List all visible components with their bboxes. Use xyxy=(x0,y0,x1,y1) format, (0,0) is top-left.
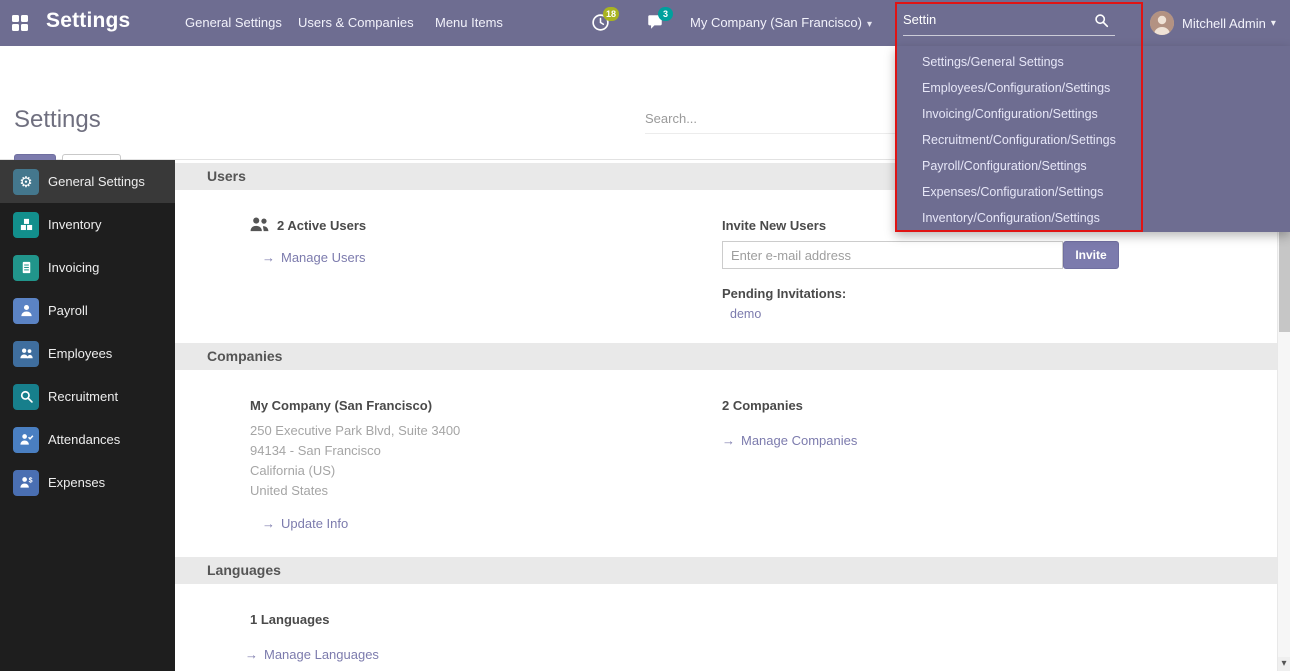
payroll-person-icon xyxy=(13,298,39,324)
scrollbar-down-arrow[interactable]: ▾ xyxy=(1278,657,1290,671)
arrow-right-icon: → xyxy=(722,433,735,448)
sidebar-item-label: Invoicing xyxy=(48,260,99,275)
nav-users-companies[interactable]: Users & Companies xyxy=(298,15,414,30)
search-icon[interactable] xyxy=(1094,13,1109,33)
sidebar-item-label: Expenses xyxy=(48,475,105,490)
manage-languages-label: Manage Languages xyxy=(264,647,379,662)
sidebar-item-label: Payroll xyxy=(48,303,88,318)
arrow-right-icon: → xyxy=(245,647,258,662)
chevron-down-icon: ▾ xyxy=(1271,18,1276,29)
user-name: Mitchell Admin xyxy=(1182,16,1266,31)
avatar xyxy=(1150,11,1174,35)
search-result-item[interactable]: Inventory/Configuration/Settings xyxy=(895,205,1290,231)
sidebar-item-label: Inventory xyxy=(48,217,101,232)
sidebar-item-general-settings[interactable]: ⚙ General Settings xyxy=(0,160,175,203)
sidebar-item-inventory[interactable]: Inventory xyxy=(0,203,175,246)
search-result-item[interactable]: Expenses/Configuration/Settings xyxy=(895,179,1290,205)
sidebar-item-payroll[interactable]: Payroll xyxy=(0,289,175,332)
active-users-count: 2 Active Users xyxy=(277,218,366,233)
pending-invitee-demo[interactable]: demo xyxy=(730,307,761,321)
languages-count: 1 Languages xyxy=(250,612,329,627)
manage-companies-link[interactable]: → Manage Companies xyxy=(722,433,857,448)
settings-content: Users 2 Active Users → Manage Users Invit… xyxy=(175,160,1277,671)
top-navbar: Settings General Settings Users & Compan… xyxy=(0,0,1290,46)
sidebar-item-invoicing[interactable]: Invoicing xyxy=(0,246,175,289)
apps-grid-icon[interactable] xyxy=(11,14,29,32)
company-address-line: United States xyxy=(250,483,328,498)
manage-languages-link[interactable]: → Manage Languages xyxy=(245,647,379,662)
invite-email-input[interactable] xyxy=(722,241,1063,269)
search-result-item[interactable]: Employees/Configuration/Settings xyxy=(895,75,1290,101)
svg-text:$: $ xyxy=(28,478,32,485)
manage-users-link[interactable]: → Manage Users xyxy=(262,250,366,265)
settings-sidebar: ⚙ General Settings Inventory Invoicing P… xyxy=(0,160,175,671)
inventory-boxes-icon xyxy=(13,212,39,238)
company-address-line: 94134 - San Francisco xyxy=(250,443,381,458)
invite-new-users-title: Invite New Users xyxy=(722,218,826,233)
invite-button[interactable]: Invite xyxy=(1063,241,1119,269)
sidebar-item-label: Recruitment xyxy=(48,389,118,404)
update-info-link[interactable]: → Update Info xyxy=(262,516,348,531)
search-result-item[interactable]: Payroll/Configuration/Settings xyxy=(895,153,1290,179)
sidebar-item-label: Employees xyxy=(48,346,112,361)
search-result-item[interactable]: Recruitment/Configuration/Settings xyxy=(895,127,1290,153)
arrow-right-icon: → xyxy=(262,250,275,265)
nav-general-settings[interactable]: General Settings xyxy=(185,15,282,30)
section-header-languages: Languages xyxy=(175,557,1277,584)
attendance-person-check-icon xyxy=(13,427,39,453)
company-switcher-label: My Company (San Francisco) xyxy=(690,15,862,30)
arrow-right-icon: → xyxy=(262,516,275,531)
company-switcher[interactable]: My Company (San Francisco) ▾ xyxy=(690,15,872,30)
nav-menu-items[interactable]: Menu Items xyxy=(435,15,503,30)
search-result-item[interactable]: Invoicing/Configuration/Settings xyxy=(895,101,1290,127)
update-info-label: Update Info xyxy=(281,516,348,531)
user-menu[interactable]: Mitchell Admin ▾ xyxy=(1150,10,1276,36)
section-title: Companies xyxy=(207,343,282,370)
section-header-companies: Companies xyxy=(175,343,1277,370)
section-title: Users xyxy=(207,163,246,190)
sidebar-item-label: Attendances xyxy=(48,432,120,447)
activity-clock-icon[interactable]: 18 xyxy=(591,13,611,33)
gear-icon: ⚙ xyxy=(13,169,39,195)
page-title: Settings xyxy=(14,106,101,134)
recruitment-magnifier-icon xyxy=(13,384,39,410)
activity-count-badge: 18 xyxy=(603,7,619,21)
chevron-down-icon: ▾ xyxy=(867,19,872,30)
companies-count: 2 Companies xyxy=(722,398,803,413)
invoice-document-icon xyxy=(13,255,39,281)
manage-users-label: Manage Users xyxy=(281,250,366,265)
app-title[interactable]: Settings xyxy=(46,9,130,33)
pending-invitations-label: Pending Invitations: xyxy=(722,286,846,301)
scrollbar-thumb[interactable] xyxy=(1279,232,1290,332)
sidebar-item-expenses[interactable]: $ Expenses xyxy=(0,461,175,504)
navbar-search-box xyxy=(903,5,1115,36)
message-count-badge: 3 xyxy=(658,7,673,21)
search-results-dropdown: Settings/General Settings Employees/Conf… xyxy=(895,46,1290,232)
expenses-person-dollar-icon: $ xyxy=(13,470,39,496)
navbar-search-input[interactable] xyxy=(903,5,1083,33)
company-address-line: 250 Executive Park Blvd, Suite 3400 xyxy=(250,423,460,438)
search-result-item[interactable]: Settings/General Settings xyxy=(895,49,1290,75)
sidebar-item-recruitment[interactable]: Recruitment xyxy=(0,375,175,418)
employees-group-icon xyxy=(13,341,39,367)
sidebar-item-attendances[interactable]: Attendances xyxy=(0,418,175,461)
section-title: Languages xyxy=(207,557,281,584)
sidebar-item-employees[interactable]: Employees xyxy=(0,332,175,375)
company-address-line: California (US) xyxy=(250,463,335,478)
sidebar-item-label: General Settings xyxy=(48,174,145,189)
manage-companies-label: Manage Companies xyxy=(741,433,857,448)
messages-bubble-icon[interactable]: 3 xyxy=(646,13,666,33)
company-name: My Company (San Francisco) xyxy=(250,398,432,413)
